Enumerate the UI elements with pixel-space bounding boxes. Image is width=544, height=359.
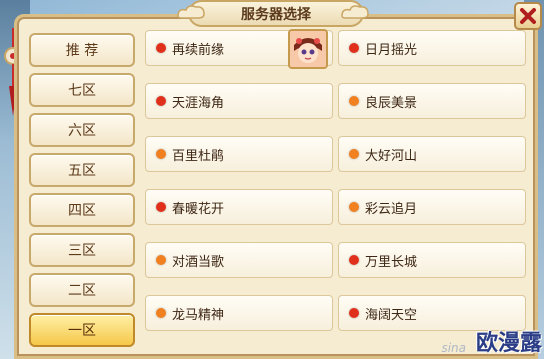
server-select-window: 推 荐 七区 六区 五区 四区 三区 二区 一区 再续前缘 日月摇光 天涯海角 …	[14, 14, 538, 359]
server-item[interactable]: 大好河山	[338, 136, 526, 172]
cloud-ornament-left-icon	[177, 5, 205, 19]
server-name: 海阔天空	[365, 307, 418, 323]
server-item[interactable]: 对酒当歌	[145, 242, 333, 278]
zone-tab-1[interactable]: 一区	[29, 313, 135, 347]
zone-sidebar: 推 荐 七区 六区 五区 四区 三区 二区 一区	[29, 33, 141, 359]
server-grid: 再续前缘 日月摇光 天涯海角 良辰美景 百里杜鹃 大好河山 春暖花开 彩云追月 …	[145, 29, 529, 359]
server-item[interactable]: 天涯海角	[145, 83, 333, 119]
zone-tab-6[interactable]: 六区	[29, 113, 135, 147]
zone-tab-3[interactable]: 三区	[29, 233, 135, 267]
zone-tab-recommended[interactable]: 推 荐	[29, 33, 135, 67]
window-title: 服务器选择	[188, 0, 364, 27]
status-red-icon	[349, 255, 359, 265]
status-red-icon	[156, 43, 166, 53]
close-x-icon	[520, 8, 536, 24]
server-item[interactable]: 良辰美景	[338, 83, 526, 119]
server-name: 对酒当歌	[172, 254, 225, 270]
server-item[interactable]: 彩云追月	[338, 189, 526, 225]
status-red-icon	[349, 308, 359, 318]
character-avatar-icon	[288, 29, 328, 69]
zone-tab-5[interactable]: 五区	[29, 153, 135, 187]
status-red-icon	[156, 96, 166, 106]
server-item[interactable]: 日月摇光	[338, 30, 526, 66]
server-name: 天涯海角	[172, 95, 225, 111]
sina-watermark: sina	[441, 341, 466, 355]
server-item[interactable]: 春暖花开	[145, 189, 333, 225]
server-name: 良辰美景	[365, 95, 418, 111]
server-name: 彩云追月	[365, 201, 418, 217]
status-orange-icon	[156, 149, 166, 159]
zone-tab-7[interactable]: 七区	[29, 73, 135, 107]
server-item[interactable]: 再续前缘	[145, 29, 333, 69]
server-item[interactable]: 百里杜鹃	[145, 136, 333, 172]
cloud-ornament-right-icon	[341, 5, 369, 19]
status-red-icon	[156, 202, 166, 212]
close-button[interactable]	[514, 2, 542, 30]
server-name: 百里杜鹃	[172, 148, 225, 164]
server-name: 万里长城	[365, 254, 418, 270]
status-red-icon	[349, 43, 359, 53]
status-orange-icon	[156, 255, 166, 265]
status-orange-icon	[349, 149, 359, 159]
server-name: 再续前缘	[172, 42, 225, 58]
status-orange-icon	[349, 96, 359, 106]
status-orange-icon	[349, 202, 359, 212]
server-item[interactable]: 龙马精神	[145, 295, 333, 331]
status-orange-icon	[156, 308, 166, 318]
server-name: 龙马精神	[172, 307, 225, 323]
zone-tab-4[interactable]: 四区	[29, 193, 135, 227]
brand-watermark: 欧漫露	[475, 331, 542, 356]
server-name: 春暖花开	[172, 201, 225, 217]
server-name: 日月摇光	[365, 42, 418, 58]
server-item[interactable]: 万里长城	[338, 242, 526, 278]
zone-tab-2[interactable]: 二区	[29, 273, 135, 307]
server-name: 大好河山	[365, 148, 418, 164]
